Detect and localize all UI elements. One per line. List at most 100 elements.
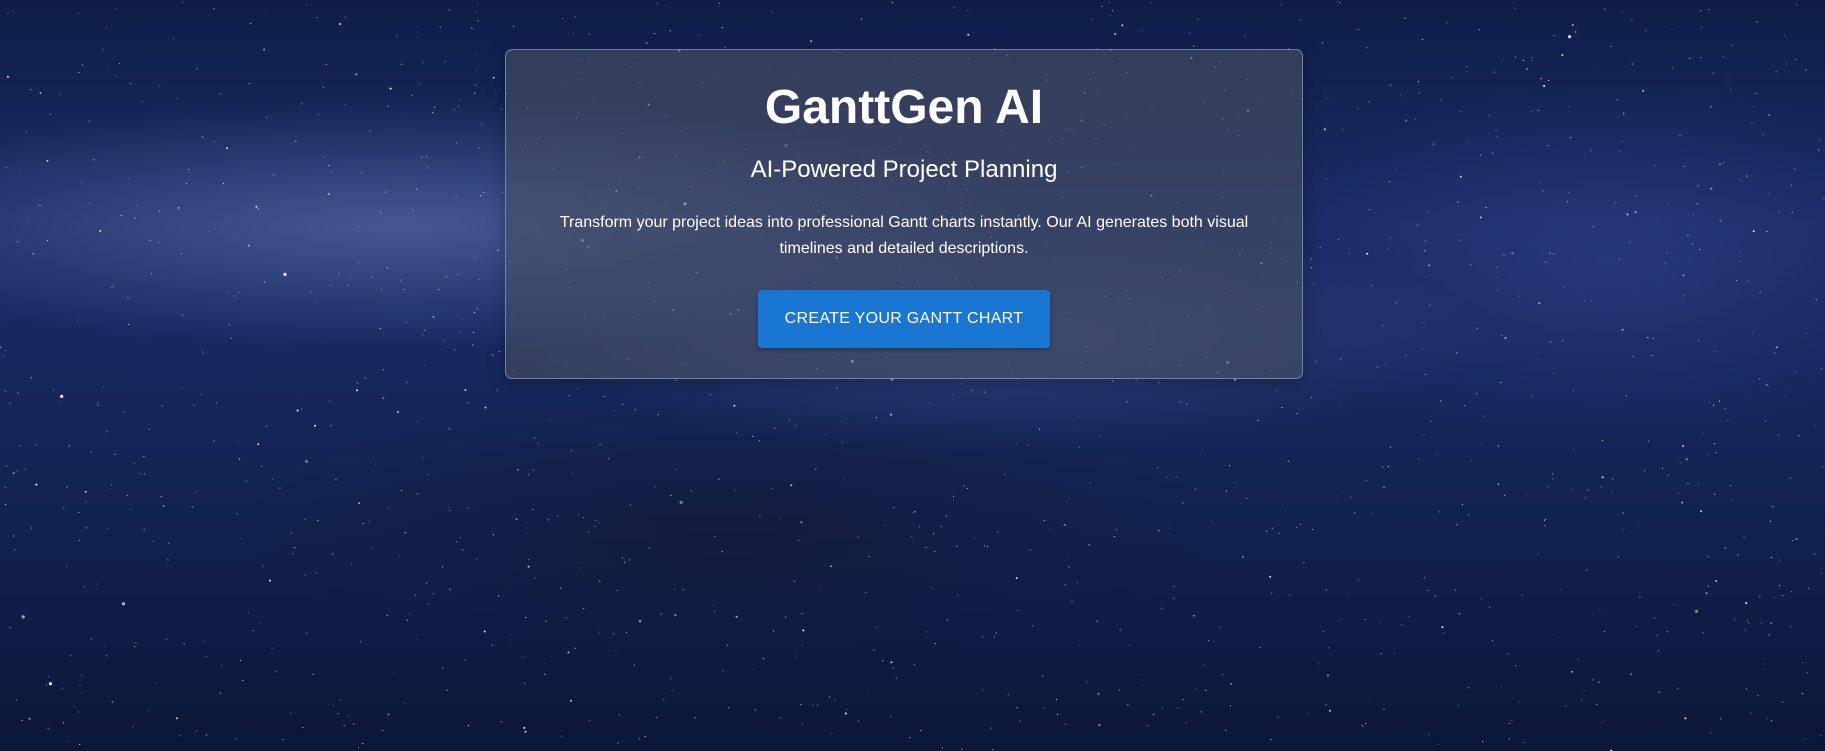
star — [1698, 482, 1700, 484]
star — [909, 736, 911, 739]
star — [134, 646, 136, 648]
star — [123, 411, 125, 413]
star — [1478, 29, 1480, 31]
star — [317, 114, 320, 116]
star — [967, 33, 970, 36]
app-description: Transform your project ideas into profes… — [559, 214, 1249, 257]
star — [724, 46, 726, 48]
star — [801, 723, 803, 725]
star — [235, 738, 237, 740]
star — [442, 566, 444, 568]
star — [1158, 382, 1160, 384]
star — [892, 667, 894, 669]
star — [1434, 595, 1436, 597]
star — [234, 295, 236, 297]
star — [162, 505, 165, 507]
star — [387, 713, 390, 716]
star — [273, 174, 275, 176]
star — [718, 478, 720, 480]
star — [353, 723, 355, 725]
star — [1616, 99, 1618, 101]
star — [30, 527, 32, 529]
star — [423, 364, 425, 367]
star — [1583, 300, 1585, 302]
star — [582, 517, 584, 519]
star — [515, 518, 518, 521]
star — [152, 540, 154, 542]
star — [1427, 589, 1429, 592]
star — [464, 389, 467, 392]
star — [422, 334, 424, 336]
star — [1804, 738, 1806, 740]
star — [1766, 718, 1769, 720]
star — [358, 502, 361, 505]
star — [130, 508, 132, 510]
star — [895, 677, 897, 679]
star — [386, 614, 388, 616]
star — [468, 725, 470, 727]
star — [1700, 10, 1702, 12]
star — [1493, 71, 1495, 73]
star — [1365, 479, 1367, 481]
star — [102, 49, 104, 51]
star — [673, 588, 676, 591]
star — [427, 167, 429, 169]
create-gantt-chart-button[interactable]: CREATE YOUR GANTT CHART — [758, 290, 1050, 348]
star — [891, 2, 894, 4]
star — [1570, 137, 1572, 139]
star — [183, 643, 185, 645]
star — [1318, 663, 1320, 665]
star — [81, 675, 83, 677]
star — [1769, 520, 1772, 522]
star — [481, 123, 483, 126]
star — [718, 2, 721, 5]
star — [28, 717, 31, 720]
star — [613, 633, 615, 635]
star — [477, 20, 479, 22]
star — [7, 12, 9, 14]
star — [576, 388, 578, 390]
star — [841, 441, 843, 443]
star — [1547, 79, 1550, 82]
star — [914, 664, 916, 666]
star — [194, 492, 196, 494]
star — [200, 393, 202, 395]
star — [1127, 704, 1129, 706]
star — [1537, 553, 1539, 555]
star — [1773, 597, 1775, 599]
star — [934, 550, 936, 552]
star — [1193, 614, 1196, 617]
star — [35, 444, 37, 446]
star — [1507, 653, 1509, 655]
star — [884, 524, 886, 526]
star — [141, 100, 143, 102]
star — [445, 276, 447, 278]
star — [196, 68, 198, 70]
star — [1790, 591, 1792, 593]
star — [331, 553, 334, 555]
star — [1745, 602, 1748, 605]
star — [1719, 219, 1722, 222]
star — [1405, 119, 1408, 122]
star — [404, 702, 406, 704]
star — [106, 528, 108, 530]
star — [475, 11, 477, 14]
star — [1592, 679, 1594, 681]
star — [1500, 382, 1502, 384]
star — [221, 665, 223, 667]
star — [1625, 395, 1627, 397]
star — [88, 120, 90, 122]
star — [1257, 419, 1259, 422]
star — [239, 458, 241, 460]
star — [46, 159, 49, 162]
star — [560, 735, 562, 737]
star — [1630, 673, 1632, 675]
star — [97, 402, 99, 404]
star — [1135, 380, 1137, 382]
star — [1495, 129, 1497, 131]
star — [513, 25, 515, 27]
star — [577, 514, 579, 516]
star — [1111, 10, 1113, 12]
star — [1234, 482, 1236, 484]
star — [1387, 247, 1389, 250]
